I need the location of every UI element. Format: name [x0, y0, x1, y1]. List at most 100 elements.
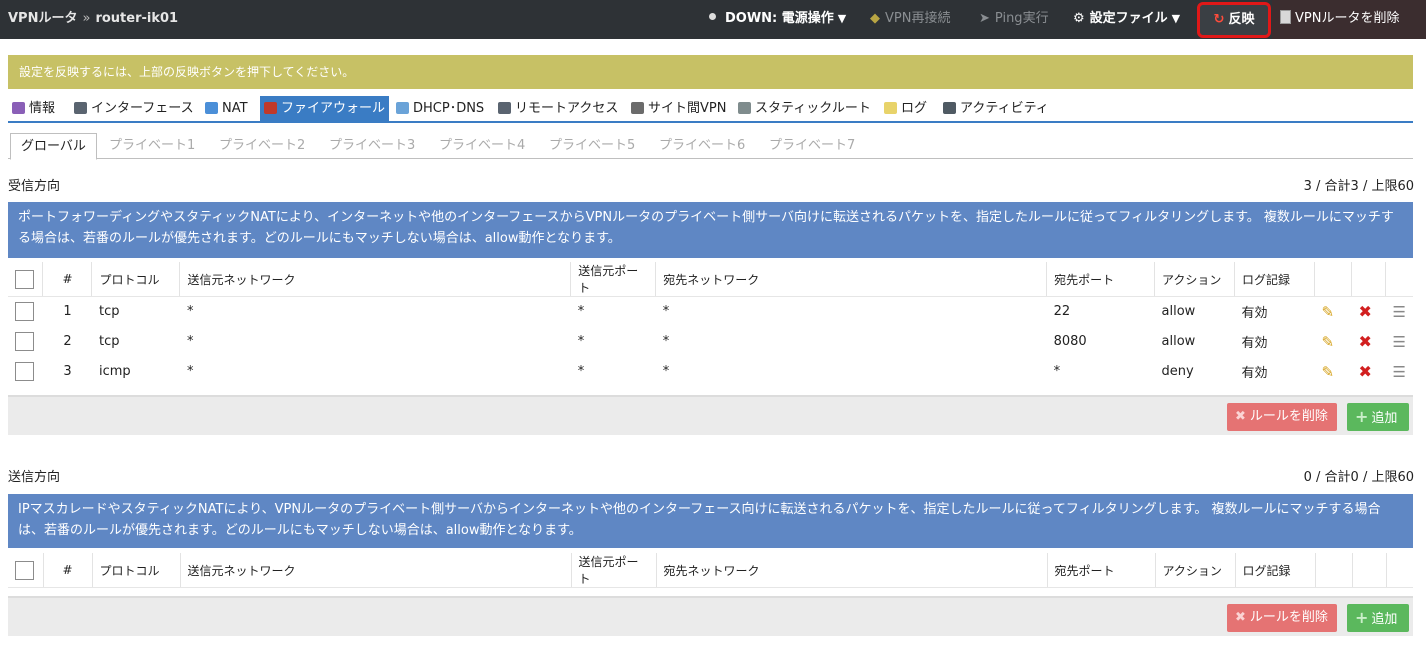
subtab-private6[interactable]: プライベート6: [659, 133, 745, 159]
col-delete: [1350, 262, 1386, 297]
warning-icon: ◆: [870, 11, 880, 26]
col-src-network: 送信元ネットワーク: [179, 262, 571, 297]
rule-log: 有効: [1241, 306, 1268, 322]
tab-log-label: ログ: [901, 101, 928, 116]
inbound-count: 3 / 合計3 / 上限60: [1303, 179, 1414, 194]
delete-x-icon[interactable]: ✖: [1358, 332, 1371, 351]
delete-x-icon[interactable]: ✖: [1358, 302, 1371, 321]
tab-dhcp-dns-label: DHCP･DNS: [413, 101, 485, 116]
tab-nat[interactable]: NAT: [201, 96, 252, 121]
tab-dhcp-dns[interactable]: DHCP･DNS: [392, 96, 488, 121]
subtab-private2[interactable]: プライベート2: [219, 133, 305, 159]
rule-src-network: *: [186, 304, 194, 320]
breadcrumb-separator: »: [82, 11, 91, 26]
drag-handle-icon[interactable]: ☰: [1392, 303, 1405, 321]
col-dst-port: 宛先ポート: [1046, 553, 1155, 588]
delete-router-button[interactable]: VPNルータを削除: [1272, 0, 1426, 39]
tab-activity[interactable]: アクティビティ: [939, 96, 1053, 121]
tab-firewall-label: ファイアウォール: [281, 101, 386, 116]
rule-dst-port: 22: [1053, 304, 1071, 320]
col-action: アクション: [1154, 262, 1235, 297]
plus-icon: +: [1355, 608, 1369, 627]
caret-down-icon: ▼: [1171, 12, 1181, 25]
col-dst-network: 宛先ネットワーク: [655, 262, 1047, 297]
rule-number: 1: [63, 304, 72, 320]
rule-log: 有効: [1241, 336, 1268, 351]
subtab-private3[interactable]: プライベート3: [329, 133, 415, 159]
status-dot-icon: [709, 13, 716, 20]
tab-static-route[interactable]: スタティックルート: [734, 96, 875, 121]
tab-info[interactable]: 情報: [8, 96, 59, 121]
reflect-button[interactable]: ↻ 反映: [1197, 2, 1271, 38]
outbound-count: 0 / 合計0 / 上限60: [1303, 470, 1414, 485]
add-rule-label: 追加: [1371, 612, 1398, 627]
rule-protocol: tcp: [98, 304, 120, 320]
col-log: ログ記録: [1234, 262, 1315, 297]
rule-src-port: *: [577, 334, 585, 349]
subtab-private7[interactable]: プライベート7: [769, 133, 855, 159]
pencil-icon[interactable]: ✎: [1321, 333, 1334, 351]
select-all-checkbox[interactable]: [15, 560, 34, 580]
vpn-reconnect-button[interactable]: ◆ VPN再接続: [870, 0, 950, 39]
ping-button[interactable]: ➤ Ping実行: [979, 0, 1049, 39]
rule-src-network: *: [186, 364, 194, 379]
monitor-icon: [74, 101, 87, 114]
row-checkbox[interactable]: [15, 362, 34, 381]
network-icon: [205, 101, 218, 114]
rule-src-port: *: [577, 364, 585, 379]
add-rule-button[interactable]: + 追加: [1347, 403, 1409, 431]
rule-action: allow: [1161, 304, 1196, 320]
pencil-icon[interactable]: ✎: [1321, 303, 1334, 321]
vpn-reconnect-label: VPN再接続: [885, 11, 951, 26]
breadcrumb: VPNルータ » router-ik01: [8, 0, 178, 39]
drag-handle-icon[interactable]: ☰: [1392, 363, 1405, 381]
col-move: [1384, 262, 1413, 297]
tab-static-route-label: スタティックルート: [755, 101, 871, 116]
col-log: ログ記録: [1234, 553, 1315, 588]
col-protocol: プロトコル: [91, 262, 180, 297]
row-checkbox[interactable]: [15, 302, 34, 322]
power-status-label: DOWN: 電源操作: [725, 11, 834, 26]
power-menu[interactable]: DOWN: 電源操作 ▼: [709, 0, 846, 39]
tab-activity-label: アクティビティ: [960, 101, 1049, 116]
subtab-private4[interactable]: プライベート4: [439, 133, 525, 159]
outbound-actions-bar: ✖ ルールを削除 + 追加: [8, 596, 1413, 636]
select-all-checkbox[interactable]: [15, 269, 34, 289]
subtab-private1[interactable]: プライベート1: [109, 133, 195, 159]
outbound-description: IPマスカレードやスタティックNATにより、VPNルータのプライベート側サーバか…: [8, 494, 1413, 548]
ping-label: Ping実行: [994, 11, 1049, 26]
config-file-label: 設定ファイル: [1089, 11, 1168, 26]
tab-firewall[interactable]: ファイアウォール: [260, 96, 390, 121]
col-edit: [1314, 553, 1352, 588]
delete-rule-button[interactable]: ✖ ルールを削除: [1227, 403, 1337, 431]
pencil-icon[interactable]: ✎: [1321, 363, 1334, 381]
col-number: #: [42, 262, 92, 297]
tab-interface-label: インターフェース: [91, 101, 194, 116]
main-tabs: 情報 インターフェース NAT ファイアウォール DHCP･DNS リモートアク…: [8, 96, 1413, 123]
subtab-private5[interactable]: プライベート5: [549, 133, 635, 159]
tab-remote-access[interactable]: リモートアクセス: [494, 96, 622, 121]
tab-site-vpn[interactable]: サイト間VPN: [627, 96, 730, 121]
delete-x-icon[interactable]: ✖: [1358, 362, 1371, 381]
subtab-global[interactable]: グローバル: [10, 133, 97, 160]
remote-icon: [498, 101, 511, 114]
rule-protocol: tcp: [98, 334, 120, 349]
info-icon: [12, 101, 25, 114]
breadcrumb-app[interactable]: VPNルータ: [8, 11, 77, 26]
table-row: 2 tcp * * * 8080 allow 有効 ✎ ✖ ☰: [8, 327, 1413, 357]
delete-rule-button[interactable]: ✖ ルールを削除: [1227, 604, 1337, 632]
tab-log[interactable]: ログ: [880, 96, 931, 121]
config-file-menu[interactable]: ⚙ 設定ファイル ▼: [1073, 0, 1180, 39]
tab-site-vpn-label: サイト間VPN: [648, 101, 727, 116]
rule-dst-network: *: [662, 304, 670, 320]
gear-icon: ⚙: [1073, 11, 1085, 26]
log-icon: [884, 101, 897, 114]
rule-action: allow: [1161, 334, 1196, 349]
delete-x-icon: ✖: [1235, 610, 1246, 625]
add-rule-button[interactable]: + 追加: [1347, 604, 1409, 632]
tab-interface[interactable]: インターフェース: [70, 96, 198, 121]
row-checkbox[interactable]: [15, 332, 34, 351]
col-src-port: 送信元ポート: [570, 262, 656, 297]
drag-handle-icon[interactable]: ☰: [1392, 333, 1405, 351]
plus-icon: +: [1355, 407, 1369, 426]
